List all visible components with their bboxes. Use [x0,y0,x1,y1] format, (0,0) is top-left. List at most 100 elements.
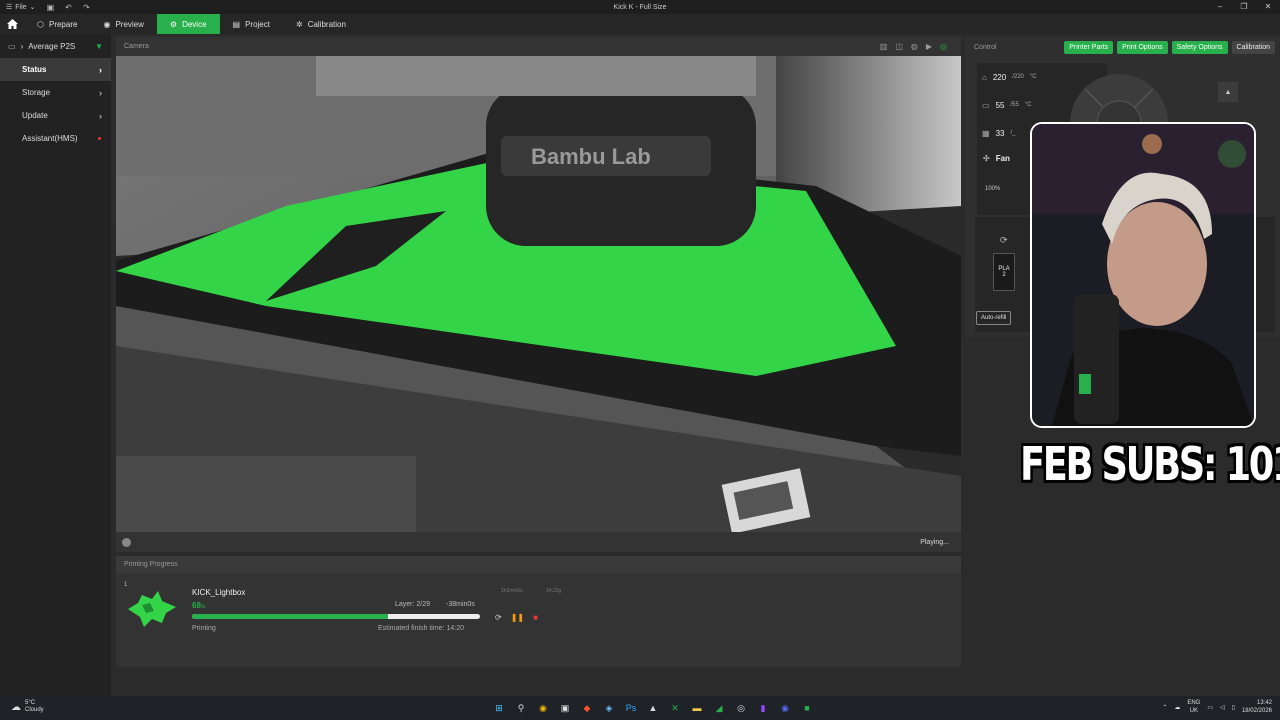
cloud-icon: ☁ [11,701,21,713]
xbox-icon[interactable]: ✕ [667,700,683,716]
storage-icon[interactable]: ▥ [880,42,888,51]
finish-time: Estimated finish time: 14:20 [378,625,464,632]
record-icon[interactable]: ◍ [911,42,918,51]
refresh-icon[interactable]: ⟳ [1000,235,1008,246]
tab-preview-label: Preview [115,19,144,29]
clock[interactable]: 13:42 18/02/2026 [1242,699,1272,715]
printing-progress-panel: Printing Progress 1 KICK_Lightbox 68% 2h… [116,556,961,667]
camera-settings-icon[interactable] [122,537,131,547]
pause-icon[interactable]: ❚❚ [511,613,524,622]
undo-icon[interactable]: ↶ [59,3,77,12]
taskbar: ☁ 5°C Cloudy ⊞ ⚲ ◉ ▣ ◆ ◈ Ps ▲ ✕ ▬ ◢ ◎ ▮ ◉… [0,696,1280,720]
windows-start-icon[interactable]: ⊞ [491,700,507,716]
plate-number: 1 [124,582,128,588]
tab-device[interactable]: ⚙ Device [156,14,220,34]
chrome-icon[interactable]: ◉ [535,700,551,716]
file-menu-label: File [15,3,27,11]
printer-parts-button[interactable]: Printer Parts [1064,40,1114,54]
filament-slot[interactable]: PLA 2 [993,253,1015,291]
lang-code: ENG [1187,700,1201,706]
chevron-up-icon[interactable]: ⌃ [1162,704,1167,711]
window-title: Kick K - Full Size [613,3,667,11]
tab-calibration[interactable]: ✲ Calibration [283,14,359,34]
volume-icon[interactable]: ◁ [1220,704,1225,711]
progress-percent-value: 68 [192,601,201,610]
sidebar-item-label: Assistant(HMS) [22,134,78,143]
tab-project[interactable]: ▤ Project [220,14,283,34]
layer-info: Layer: 2/29 [395,601,431,608]
minimize-icon[interactable]: – [1208,0,1232,14]
battery-icon[interactable]: ▯ [1232,704,1235,711]
discord-icon[interactable]: ◉ [777,700,793,716]
folder-icon[interactable]: ▬ [689,700,705,716]
file-menu[interactable]: ☰ File ⌄ [0,0,41,14]
tab-prepare[interactable]: ⬡ Prepare [24,14,90,34]
fan-speed[interactable]: 100% [985,186,1000,192]
progress-bar [192,614,480,619]
chamber-current: 33 [995,128,1005,138]
tab-project-label: Project [245,19,270,29]
sidebar-item-storage[interactable]: Storage › [0,81,111,104]
cloud-sync-icon[interactable]: ☁ [1174,704,1180,711]
nozzle-current: 220 [992,72,1007,82]
redo-icon[interactable]: ↷ [77,3,95,12]
photoshop-icon[interactable]: Ps [623,700,639,716]
model-thumbnail [128,591,176,632]
stop-icon[interactable]: ■ [533,613,538,622]
bambu-icon[interactable]: ◢ [711,700,727,716]
z-up-button[interactable]: ▲ [1218,82,1238,102]
steam-icon[interactable]: ◈ [601,700,617,716]
arrow-up-icon: ▲ [1224,88,1232,96]
taskbar-apps: ⊞ ⚲ ◉ ▣ ◆ ◈ Ps ▲ ✕ ▬ ◢ ◎ ▮ ◉ ■ [491,700,815,716]
clock-time: 13:42 [1256,700,1272,706]
search-icon[interactable]: ⚲ [513,700,529,716]
video-icon[interactable]: ▶ [926,42,932,51]
bed-icon: ▭ [982,100,990,110]
progress-percent: 68% [192,601,205,610]
twitch-icon[interactable]: ▮ [755,700,771,716]
progress-percent-unit: % [200,604,206,610]
filter-icon[interactable]: ▼ [95,42,103,51]
streamer-webcam [1030,122,1256,428]
lang-region: UK [1189,708,1199,714]
camera-status: Playing... [920,538,949,546]
save-icon[interactable]: ▣ [41,3,59,12]
language-indicator[interactable]: ENG UK [1187,699,1200,715]
network-icon[interactable]: ▭ [1207,704,1213,711]
weather-widget[interactable]: ☁ 5°C Cloudy [11,700,44,714]
file-name: KICK_Lightbox [192,588,246,597]
bed-target: /55 [1010,102,1019,108]
printer-name: Average P2S [28,41,76,51]
brave-icon[interactable]: ◆ [579,700,595,716]
device-icon: ⚙ [169,19,178,29]
print-options-button[interactable]: Print Options [1117,40,1168,54]
auto-refill-button[interactable]: Auto-refill [976,311,1012,325]
weather-temp: 5°C [25,700,36,706]
gear-icon: ✲ [295,19,303,29]
fan-icon: ✣ [983,153,990,163]
live-icon[interactable]: ◎ [940,42,947,51]
obs-icon[interactable]: ◎ [733,700,749,716]
restore-icon[interactable]: ❐ [1232,0,1256,14]
sidebar-item-status[interactable]: Status › [0,58,111,81]
webcam-image [1032,124,1254,426]
close-icon[interactable]: ✕ [1256,0,1280,14]
sidebar-item-assistant[interactable]: Assistant(HMS) [0,127,111,150]
studio-icon[interactable]: ■ [799,700,815,716]
print-state: Printing [192,625,216,632]
safety-options-button[interactable]: Safety Options [1171,40,1228,54]
explorer-icon[interactable]: ▣ [557,700,573,716]
refresh-icon[interactable]: ⟳ [495,613,502,622]
chevron-down-icon: ⌄ [29,4,36,11]
printer-selector[interactable]: ▭ › Average P2S ▼ [0,34,111,58]
sidebar-item-update[interactable]: Update › [0,104,111,127]
camera-feed[interactable]: Bambu Lab [116,56,961,532]
app-icon[interactable]: ▲ [645,700,661,716]
bed-unit: °C [1024,102,1032,108]
home-button[interactable] [0,14,24,34]
timelapse-icon[interactable]: ◫ [895,42,903,51]
calibration-button[interactable]: Calibration [1231,40,1275,54]
tab-preview[interactable]: ◉ Preview [90,14,156,34]
filament-slot-number: 2 [1002,272,1006,278]
tab-prepare-label: Prepare [48,19,78,29]
